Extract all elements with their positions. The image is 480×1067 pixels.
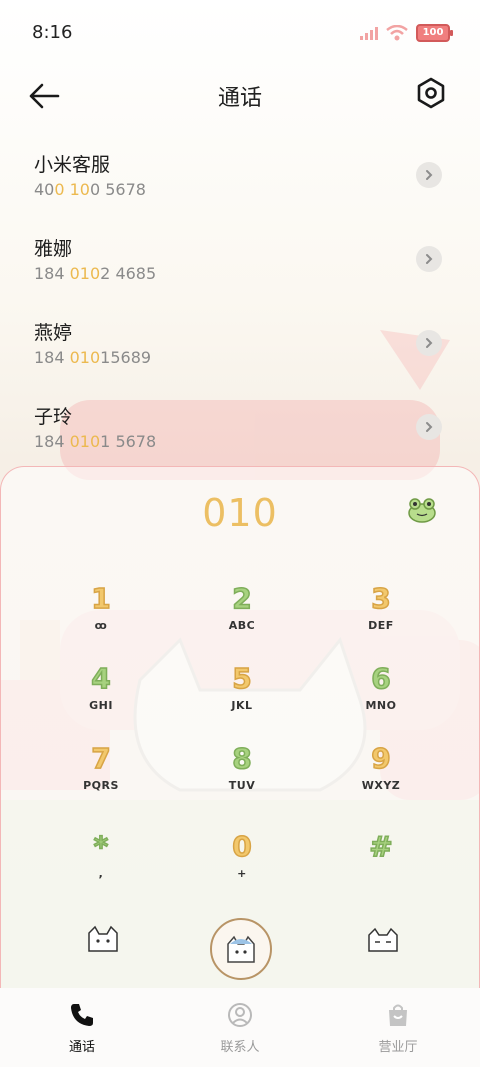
contact-icon <box>227 1003 253 1032</box>
key-letters: PQRS <box>83 779 119 792</box>
search-results-list: 小米客服 400 100 5678 雅娜 184 0102 4685 燕婷 184 010… <box>0 138 480 474</box>
number-segment: 0 5678 <box>89 180 146 199</box>
number-segment: 40 <box>34 180 55 199</box>
key-letters: TUV <box>228 779 256 792</box>
nav-label: 营业厅 <box>378 1040 418 1055</box>
key-digit: 1 <box>91 582 112 616</box>
nav-item-calls[interactable]: 通话 <box>27 1002 137 1055</box>
key-letters: MNO <box>365 699 397 712</box>
key-hash[interactable]: # <box>321 830 441 897</box>
nav-item-contacts[interactable]: 联系人 <box>185 1002 295 1055</box>
chevron-right-icon <box>426 170 433 180</box>
chevron-right-icon <box>426 338 433 348</box>
key-letters: GHI <box>89 699 113 712</box>
status-icons: 100 <box>360 24 453 42</box>
key-digit: 9 <box>371 742 392 776</box>
key-5[interactable]: 5 JKL <box>182 662 302 729</box>
nav-label: 联系人 <box>220 1040 260 1055</box>
phone-icon <box>69 1004 95 1032</box>
number-segment: 15689 <box>100 348 152 367</box>
phone-number: 184 0101 5678 <box>34 432 156 451</box>
key-7[interactable]: 7 PQRS <box>41 742 161 809</box>
key-digit: 6 <box>371 662 392 696</box>
nav-item-store[interactable]: 营业厅 <box>343 1002 453 1055</box>
phone-number: 400 100 5678 <box>34 180 146 199</box>
key-0[interactable]: 0 + <box>182 830 302 897</box>
settings-hexagon-icon <box>417 77 445 109</box>
settings-button[interactable] <box>416 76 450 114</box>
shopping-bag-icon <box>385 1004 411 1032</box>
key-digit: 5 <box>232 662 253 696</box>
key-6[interactable]: 6 MNO <box>321 662 441 729</box>
key-digit: 8 <box>232 742 253 776</box>
nav-label: 通话 <box>68 1040 95 1055</box>
status-bar: 8:16 100 <box>0 0 480 68</box>
number-match-highlight: 010 <box>69 264 101 283</box>
key-2[interactable]: 2 ABC <box>182 582 302 649</box>
key-digit: 7 <box>91 742 112 776</box>
status-time: 8:16 <box>32 22 73 43</box>
contact-name: 小米客服 <box>34 154 111 176</box>
number-segment: 184 <box>34 264 70 283</box>
key-letters: DEF <box>368 619 394 632</box>
contact-detail-button[interactable] <box>416 330 442 356</box>
key-letters: + <box>237 867 247 880</box>
key-digit: 0 <box>232 830 253 864</box>
chevron-right-icon <box>426 422 433 432</box>
key-digit: 4 <box>91 662 112 696</box>
number-segment: 2 4685 <box>100 264 157 283</box>
number-segment: 1 5678 <box>100 432 157 451</box>
number-segment: 184 <box>34 432 70 451</box>
number-match-highlight: 010 <box>69 348 101 367</box>
cat-left-icon[interactable] <box>85 925 121 953</box>
result-row[interactable]: 燕婷 184 01015689 <box>0 306 480 390</box>
key-star[interactable]: *, <box>41 830 161 897</box>
number-segment: 184 <box>34 348 70 367</box>
cat-call-icon <box>227 935 255 963</box>
contact-detail-button[interactable] <box>416 246 442 272</box>
phone-number: 184 0102 4685 <box>34 264 156 283</box>
key-letters: WXYZ <box>361 779 401 792</box>
bottom-navigation: 通话 联系人 营业厅 <box>0 988 480 1067</box>
contact-name: 雅娜 <box>34 238 73 260</box>
key-digit: * <box>93 830 109 864</box>
key-digit: 3 <box>371 582 392 616</box>
chevron-right-icon <box>426 254 433 264</box>
result-row[interactable]: 子玲 184 0101 5678 <box>0 390 480 474</box>
number-match-highlight: 010 <box>69 432 101 451</box>
dialpad-panel: 010 1 ꝏ 2 ABC 3 DEF 4 GHI 5 JKL 6 MNO 7 PQRS 8 TUV 9 WXYZ… <box>0 466 480 1001</box>
contact-detail-button[interactable] <box>416 414 442 440</box>
key-9[interactable]: 9 WXYZ <box>321 742 441 809</box>
key-letters: ABC <box>228 619 256 632</box>
key-letters: , <box>98 867 104 880</box>
contact-name: 子玲 <box>34 406 73 428</box>
header: 通话 <box>0 68 480 124</box>
frog-icon[interactable] <box>407 497 437 523</box>
battery-indicator: 100 <box>416 24 453 42</box>
number-match-highlight: 0 10 <box>54 180 90 199</box>
key-1[interactable]: 1ꝏ <box>41 582 161 649</box>
contact-detail-button[interactable] <box>416 162 442 188</box>
result-row[interactable]: 雅娜 184 0102 4685 <box>0 222 480 306</box>
key-digit: # <box>369 830 394 864</box>
key-letters: JKL <box>231 699 253 712</box>
cat-right-icon[interactable] <box>365 925 401 953</box>
key-8[interactable]: 8 TUV <box>182 742 302 809</box>
key-3[interactable]: 3 DEF <box>321 582 441 649</box>
result-row[interactable]: 小米客服 400 100 5678 <box>0 138 480 222</box>
phone-number: 184 01015689 <box>34 348 151 367</box>
contact-name: 燕婷 <box>34 322 73 344</box>
key-digit: 2 <box>232 582 253 616</box>
key-letters: ꝏ <box>94 619 108 632</box>
page-title: 通话 <box>217 86 262 111</box>
call-button[interactable] <box>210 918 272 980</box>
wifi-icon <box>386 25 408 41</box>
key-4[interactable]: 4 GHI <box>41 662 161 729</box>
signal-icon <box>360 27 378 40</box>
